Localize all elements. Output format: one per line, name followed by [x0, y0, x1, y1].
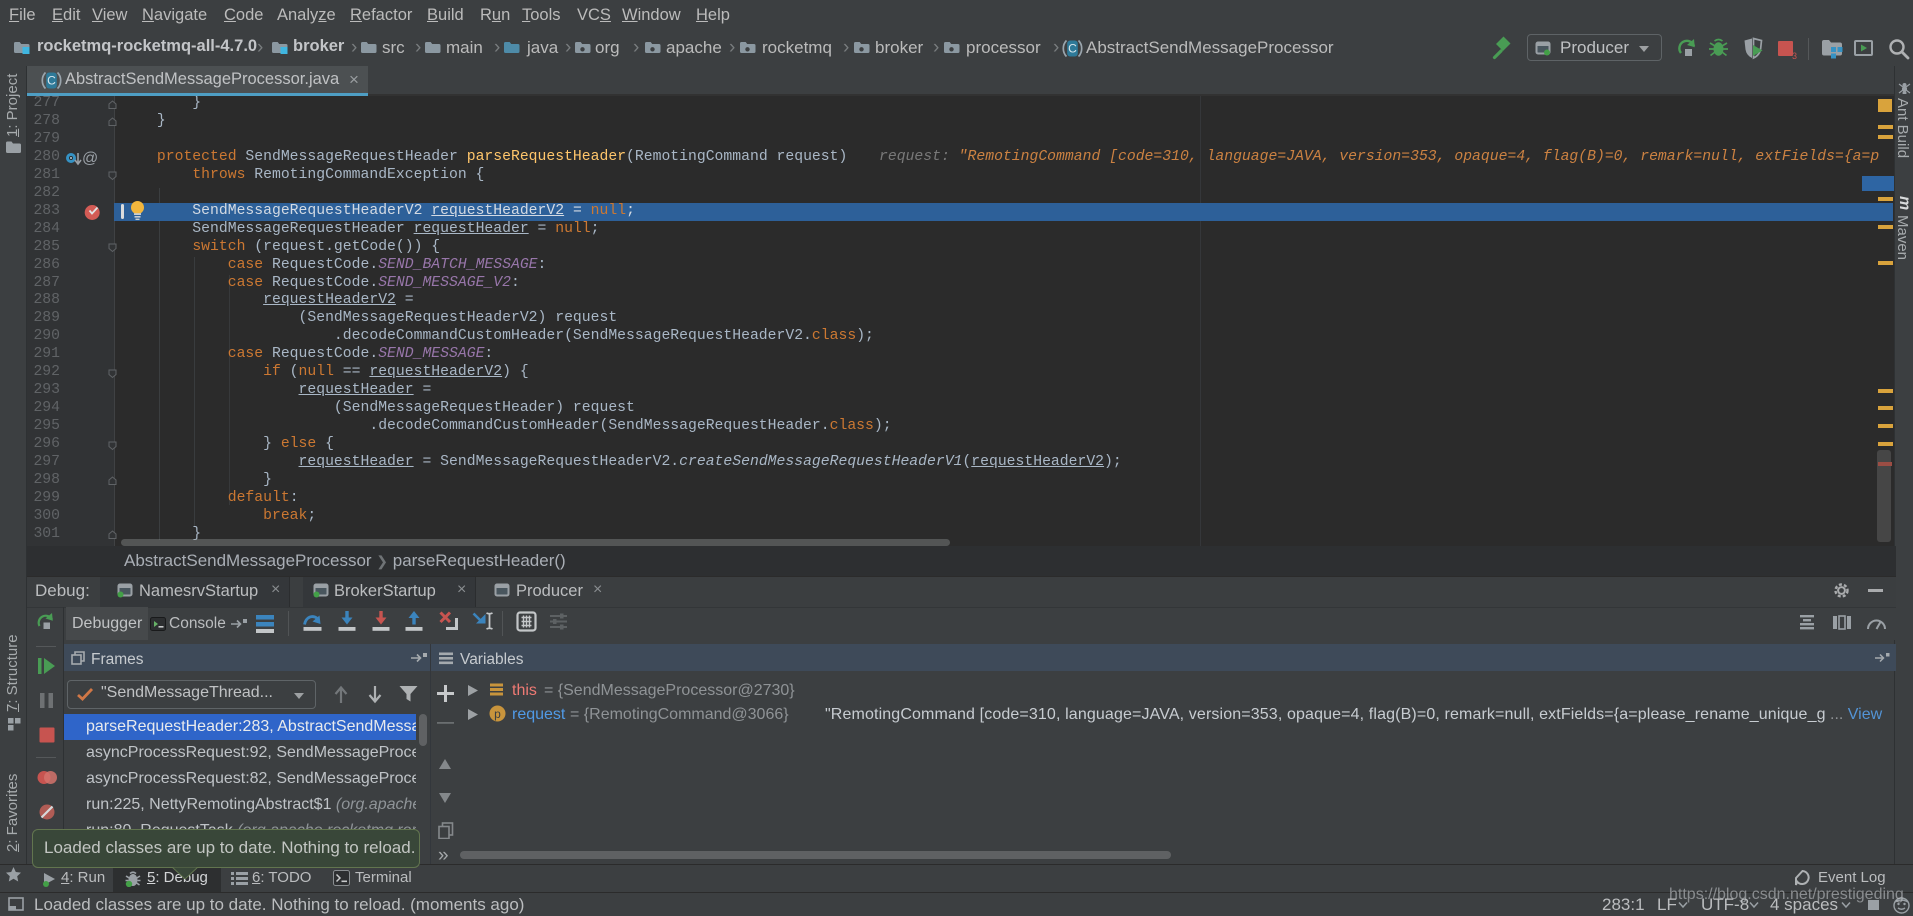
svg-text:C: C	[47, 74, 56, 88]
svg-text:3: 3	[1792, 51, 1797, 60]
svg-text:p: p	[494, 707, 501, 721]
svg-text:C: C	[1068, 42, 1077, 56]
